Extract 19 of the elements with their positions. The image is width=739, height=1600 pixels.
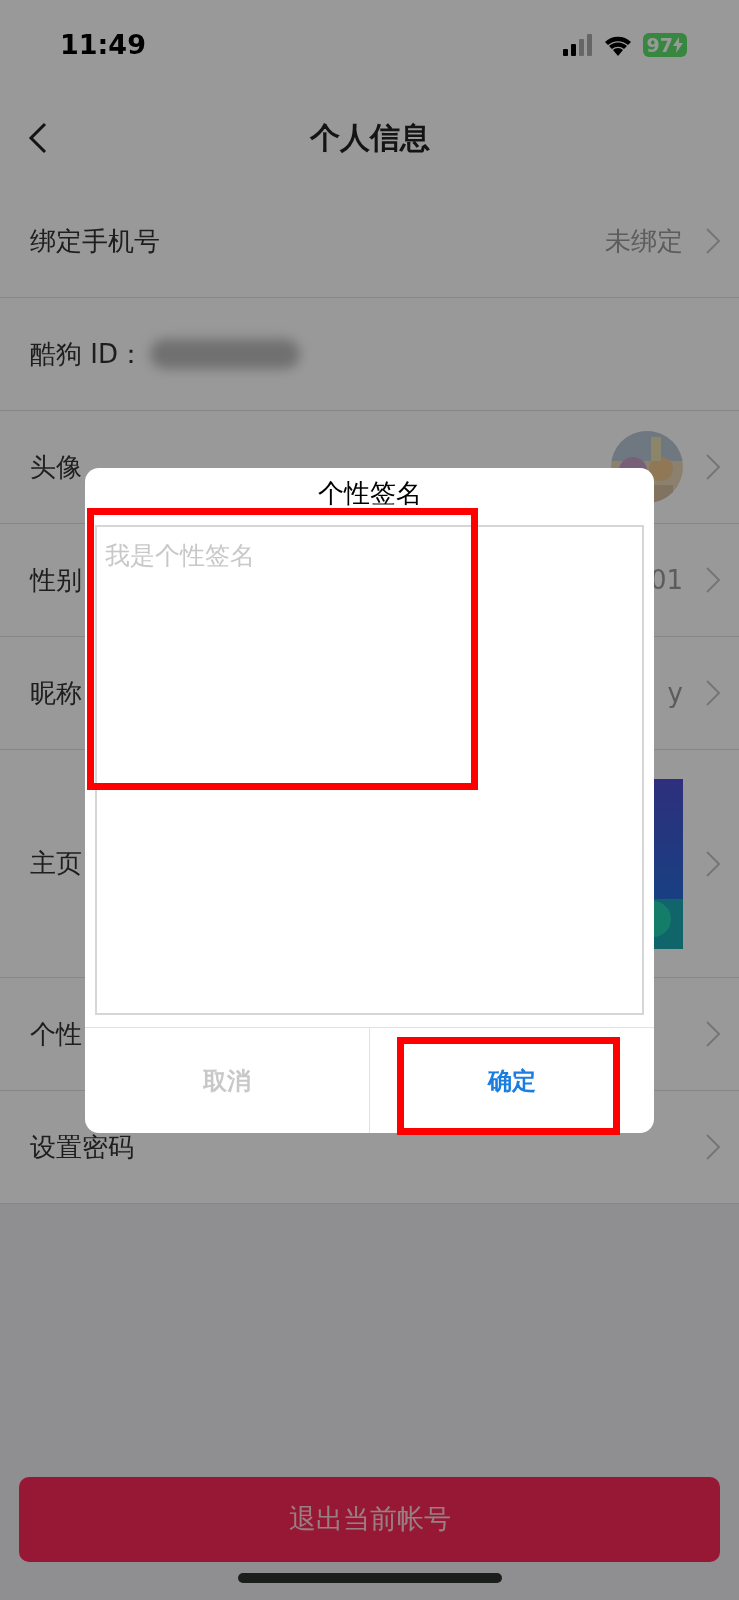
page-title: 个人信息 bbox=[309, 119, 430, 157]
row-label: 头像 bbox=[30, 450, 82, 484]
dialog-title: 个性签名 bbox=[316, 477, 423, 510]
row-value: 未绑定 bbox=[605, 224, 683, 258]
status-time: 11:49 bbox=[60, 27, 146, 62]
row-label: 个性 bbox=[30, 1017, 82, 1051]
charging-icon bbox=[673, 37, 683, 53]
row-label: 昵称 bbox=[30, 676, 82, 710]
settings-row[interactable]: 绑定手机号 未绑定 bbox=[0, 185, 739, 298]
row-label: 酷狗 ID： bbox=[30, 337, 144, 371]
row-value: y bbox=[667, 676, 683, 710]
settings-row[interactable]: 酷狗 ID： bbox=[0, 298, 739, 411]
back-icon bbox=[28, 122, 48, 154]
row-label: 设置密码 bbox=[30, 1130, 134, 1164]
signal-icon bbox=[562, 34, 593, 56]
battery-level: 97 bbox=[646, 35, 673, 55]
row-label: 性别 bbox=[30, 563, 82, 597]
row-label: 主页 bbox=[30, 847, 82, 880]
row-label: 绑定手机号 bbox=[30, 224, 160, 258]
